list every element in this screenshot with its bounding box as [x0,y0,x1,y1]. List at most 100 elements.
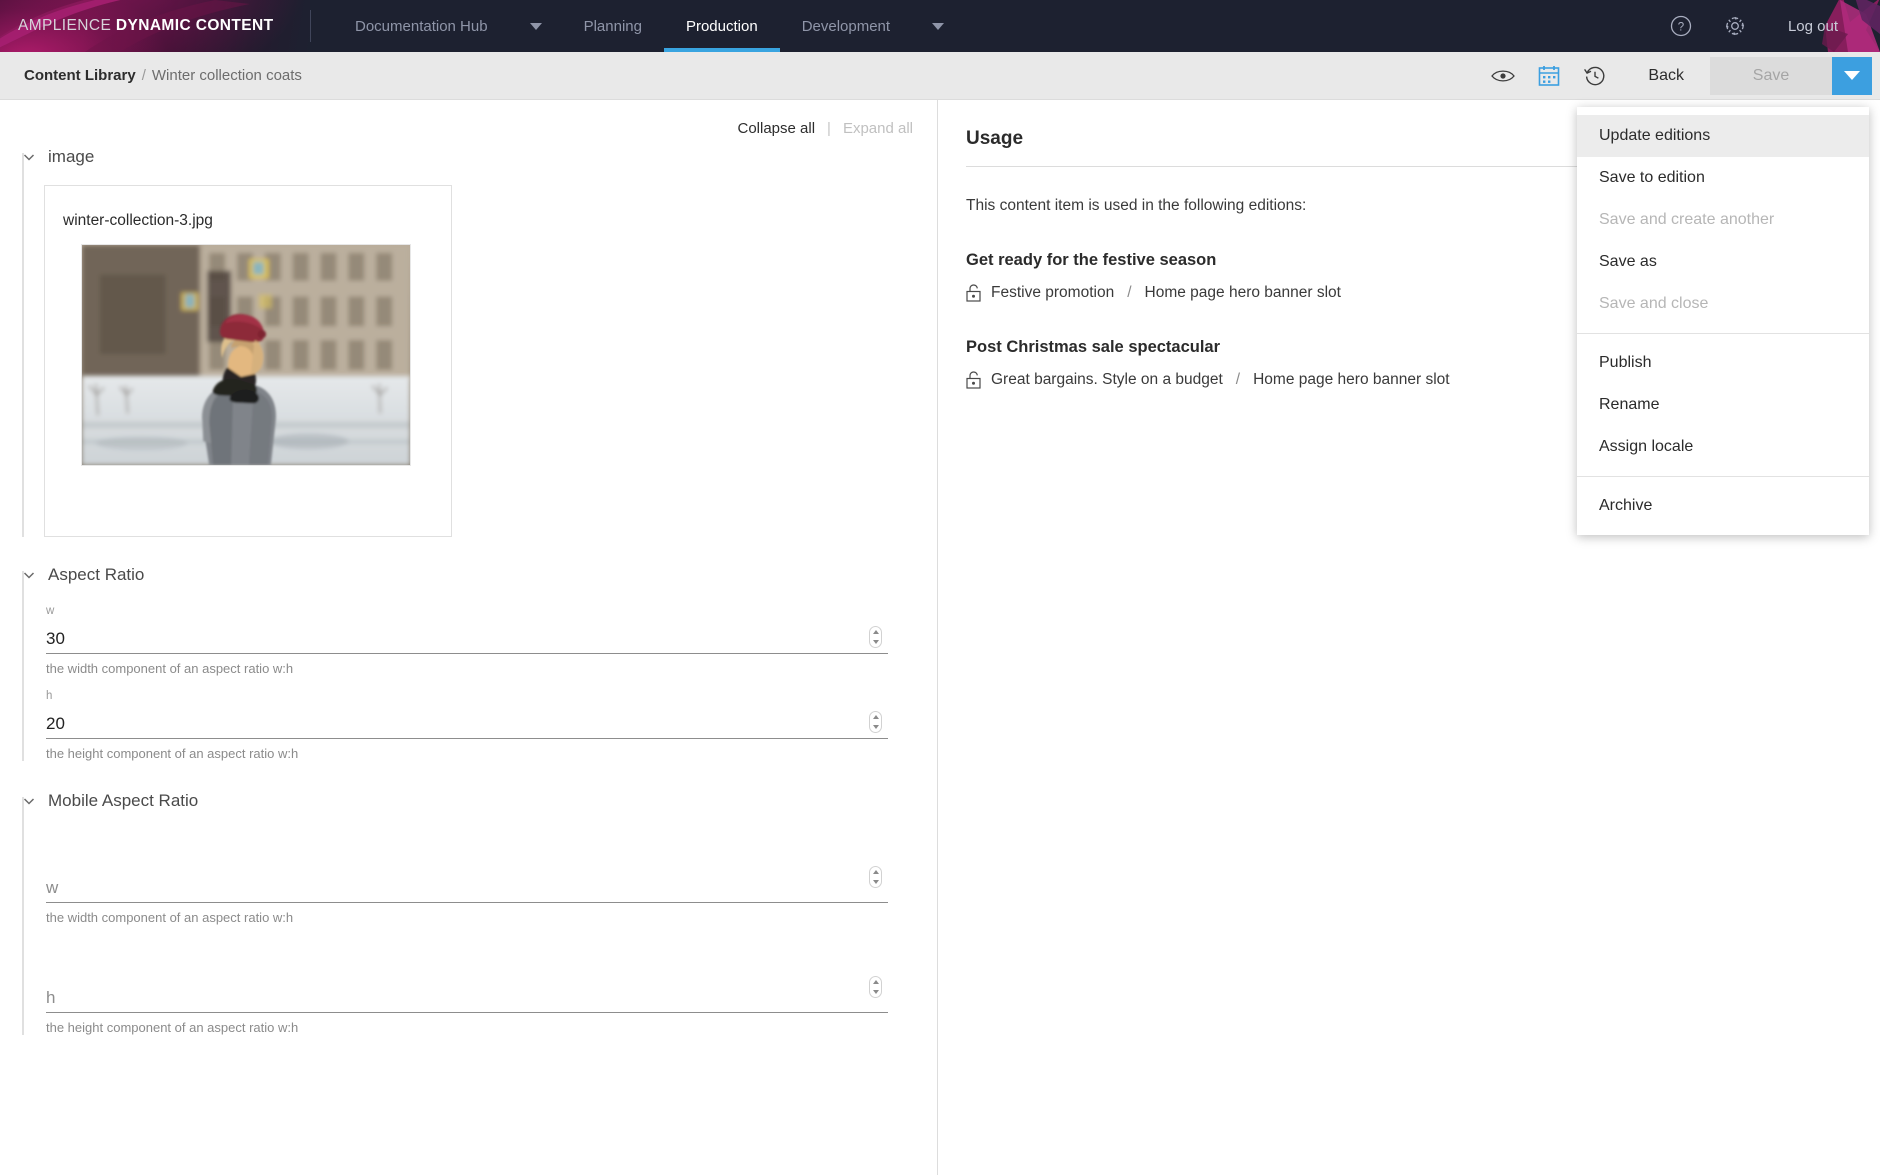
image-thumbnail[interactable] [81,244,411,466]
nav-item-production[interactable]: Production [663,0,780,52]
help-circle-icon: ? [1670,15,1692,37]
save-dropdown-menu: Update editions Save to edition Save and… [1577,107,1869,535]
brand-title: AMPLIENCE DYNAMIC CONTENT [0,17,273,35]
edition-slot-name: Home page hero banner slot [1144,284,1341,301]
top-navigation-bar: AMPLIENCE DYNAMIC CONTENT Documentation … [0,0,1880,52]
aspect-ratio-w-stepper[interactable] [869,626,882,648]
history-button[interactable] [1572,52,1618,100]
brand-amplience: AMPLIENCE [18,17,112,34]
aspect-ratio-h-field: h the height component of an aspect rati… [46,690,888,761]
eye-icon [1491,69,1516,82]
collapse-all-link[interactable]: Collapse all [737,120,815,137]
preview-button[interactable] [1480,52,1526,100]
mobile-aspect-ratio-h-stepper[interactable] [869,976,882,998]
chevron-down-icon [529,22,542,30]
stepper-up-icon [872,980,879,984]
chevron-down-icon [1844,71,1860,80]
mobile-aspect-ratio-h-input-wrap [46,957,888,1013]
mobile-aspect-ratio-h-field: the height component of an aspect ratio … [46,957,888,1035]
chevron-down-icon [23,798,35,805]
nav-items: Documentation Hub Planning Production De… [311,0,964,52]
settings-button[interactable] [1708,0,1762,52]
menu-item-publish[interactable]: Publish [1577,342,1869,384]
unlocked-padlock-icon [966,284,981,302]
svg-text:?: ? [1678,21,1684,33]
aspect-ratio-h-input[interactable] [46,714,888,738]
logout-button[interactable]: Log out [1762,18,1854,35]
section-mobile-aspect-ratio: Mobile Aspect Ratio the width component … [0,791,937,1035]
menu-item-archive[interactable]: Archive [1577,485,1869,527]
mobile-aspect-ratio-h-help: the height component of an aspect ratio … [46,1020,299,1035]
edition-slot-separator: / [1235,371,1241,388]
nav-item-planning[interactable]: Planning [562,0,664,52]
nav-right-actions: ? Log out [1654,0,1880,52]
nav-documentation-hub-dropdown[interactable] [510,0,562,52]
help-button[interactable]: ? [1654,0,1708,52]
section-accent-bar [22,153,24,537]
section-mobile-aspect-ratio-header[interactable]: Mobile Aspect Ratio [22,791,937,811]
edition-slot-separator: / [1127,284,1132,301]
mobile-aspect-ratio-w-field: the width component of an aspect ratio w… [46,847,888,925]
nav-item-documentation-hub[interactable]: Documentation Hub [333,0,510,52]
aspect-ratio-h-help: the height component of an aspect ratio … [46,746,299,761]
chevron-down-icon [932,22,945,30]
breadcrumb-current: Winter collection coats [151,67,302,84]
menu-item-update-editions[interactable]: Update editions [1577,115,1869,157]
mobile-aspect-ratio-h-input[interactable] [46,988,888,1012]
stepper-down-icon [872,640,879,644]
menu-item-save-as[interactable]: Save as [1577,241,1869,283]
menu-divider [1577,476,1869,477]
nav-label: Documentation Hub [355,17,488,35]
aspect-ratio-w-input[interactable] [46,629,888,653]
menu-item-assign-locale[interactable]: Assign locale [1577,426,1869,468]
aspect-ratio-h-input-wrap [46,707,888,739]
aspect-ratio-h-stepper[interactable] [869,711,882,733]
toolbar-actions: Back Save [1480,52,1880,100]
section-aspect-ratio-header[interactable]: Aspect Ratio [22,565,937,585]
section-image-title: image [48,147,95,166]
section-image: image winter-collection-3.jpg [0,147,937,537]
section-mobile-aspect-ratio-title: Mobile Aspect Ratio [48,791,199,810]
collapse-expand-controls: Collapse all | Expand all [0,100,937,137]
edition-slot-name: Home page hero banner slot [1253,371,1450,388]
mobile-aspect-ratio-w-stepper[interactable] [869,866,882,888]
winter-street-photo [82,245,410,465]
aspect-ratio-w-help: the width component of an aspect ratio w… [46,661,294,676]
section-image-header[interactable]: image [22,147,937,167]
edition-slot-edition: Festive promotion [991,284,1115,301]
mobile-aspect-ratio-w-input[interactable] [46,878,888,902]
edition-slot-edition: Great bargains. Style on a budget [991,371,1223,388]
collapse-separator: | [827,120,831,137]
stepper-up-icon [872,870,879,874]
back-button[interactable]: Back [1618,67,1710,85]
stepper-down-icon [872,990,879,994]
nav-label: Development [801,17,891,35]
save-button: Save [1710,56,1832,95]
menu-item-save-and-create-another: Save and create another [1599,211,1775,228]
save-dropdown-toggle[interactable] [1832,56,1872,95]
calendar-icon [1539,65,1560,86]
image-asset-card[interactable]: winter-collection-3.jpg [44,185,452,537]
aspect-ratio-h-label: h [46,690,53,702]
nav-development-dropdown[interactable] [912,0,964,52]
mobile-aspect-ratio-w-input-wrap [46,847,888,903]
brand-logo[interactable]: AMPLIENCE DYNAMIC CONTENT [0,0,310,52]
breadcrumb-root-link[interactable]: Content Library [24,67,136,84]
menu-item-save-and-close: Save and close [1599,295,1709,312]
menu-divider [1577,333,1869,334]
nav-label: Planning [583,17,642,35]
aspect-ratio-w-field: w the width component of an aspect ratio… [46,605,888,676]
aspect-ratio-w-label: w [46,605,55,617]
gear-icon [1725,16,1745,36]
nav-label: Production [685,17,758,35]
stepper-up-icon [872,630,879,634]
stepper-up-icon [872,715,879,719]
menu-item-rename[interactable]: Rename [1577,384,1869,426]
section-aspect-ratio-title: Aspect Ratio [48,565,145,584]
breadcrumb-toolbar: Content Library / Winter collection coat… [0,52,1880,100]
schedule-button[interactable] [1526,52,1572,100]
section-accent-bar [22,797,24,1035]
nav-item-development[interactable]: Development [780,0,912,52]
menu-item-save-to-edition[interactable]: Save to edition [1577,157,1869,199]
unlocked-padlock-icon [966,371,981,389]
